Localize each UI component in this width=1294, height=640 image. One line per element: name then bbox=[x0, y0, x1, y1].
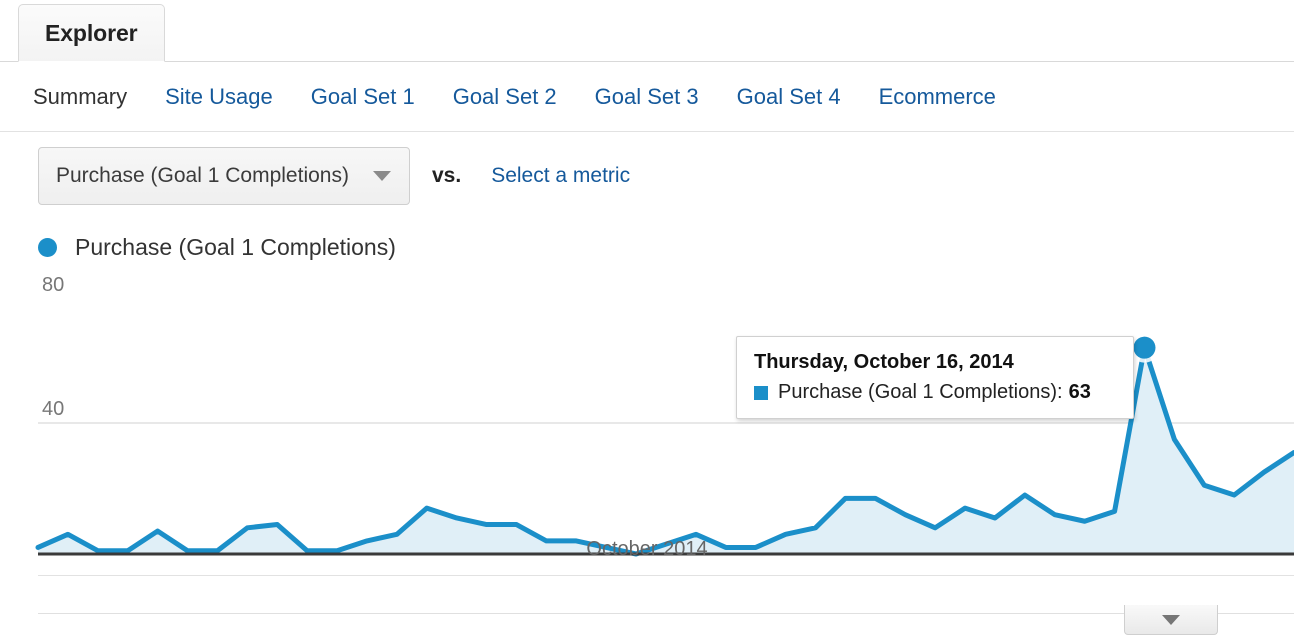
chart-collapse-bar bbox=[0, 605, 1294, 640]
tab-explorer-label: Explorer bbox=[45, 19, 138, 46]
metric-selector-row: Purchase (Goal 1 Completions) vs. Select… bbox=[0, 132, 1294, 220]
tooltip-metric-row: Purchase (Goal 1 Completions): 63 bbox=[754, 381, 1117, 404]
legend-series-label: Purchase (Goal 1 Completions) bbox=[75, 233, 396, 260]
subtab-goal-set-2[interactable]: Goal Set 2 bbox=[453, 84, 557, 110]
x-axis-divider bbox=[38, 575, 1294, 576]
y-axis-tick-40: 40 bbox=[42, 398, 65, 420]
timeline-chart[interactable]: 80 40 October 2014 Thursday, October 16,… bbox=[0, 274, 1294, 584]
chart-legend: Purchase (Goal 1 Completions) bbox=[0, 220, 1294, 274]
primary-metric-label: Purchase (Goal 1 Completions) bbox=[56, 164, 349, 187]
secondary-metric-link[interactable]: Select a metric bbox=[491, 164, 630, 188]
legend-dot-icon bbox=[38, 237, 57, 257]
y-axis-tick-80: 80 bbox=[42, 274, 65, 296]
chevron-down-icon bbox=[373, 171, 391, 181]
report-subtab-bar: Summary Site Usage Goal Set 1 Goal Set 2… bbox=[0, 62, 1294, 132]
subtab-site-usage[interactable]: Site Usage bbox=[165, 84, 273, 110]
primary-metric-select[interactable]: Purchase (Goal 1 Completions) bbox=[38, 147, 410, 205]
chart-tooltip: Thursday, October 16, 2014 Purchase (Goa… bbox=[736, 336, 1134, 419]
subtab-ecommerce[interactable]: Ecommerce bbox=[879, 84, 996, 110]
subtab-goal-set-4[interactable]: Goal Set 4 bbox=[737, 84, 841, 110]
explorer-tabstrip: Explorer bbox=[0, 0, 1294, 62]
subtab-divider bbox=[0, 131, 1294, 132]
subtab-summary[interactable]: Summary bbox=[33, 84, 127, 110]
bottombar-divider bbox=[38, 613, 1294, 614]
chevron-down-icon bbox=[1162, 614, 1180, 625]
legend-square-icon bbox=[754, 385, 768, 400]
subtab-goal-set-3[interactable]: Goal Set 3 bbox=[595, 84, 699, 110]
subtab-goal-set-1[interactable]: Goal Set 1 bbox=[311, 84, 415, 110]
tooltip-metric-label: Purchase (Goal 1 Completions): bbox=[778, 381, 1063, 403]
tooltip-date: Thursday, October 16, 2014 bbox=[754, 351, 1014, 373]
highlight-point bbox=[1133, 336, 1156, 359]
vs-label: vs. bbox=[432, 164, 462, 187]
tooltip-metric-value: 63 bbox=[1068, 381, 1091, 403]
collapse-chart-button[interactable] bbox=[1124, 605, 1218, 635]
tab-explorer[interactable]: Explorer bbox=[18, 4, 165, 62]
x-axis-label: October 2014 bbox=[586, 538, 708, 560]
